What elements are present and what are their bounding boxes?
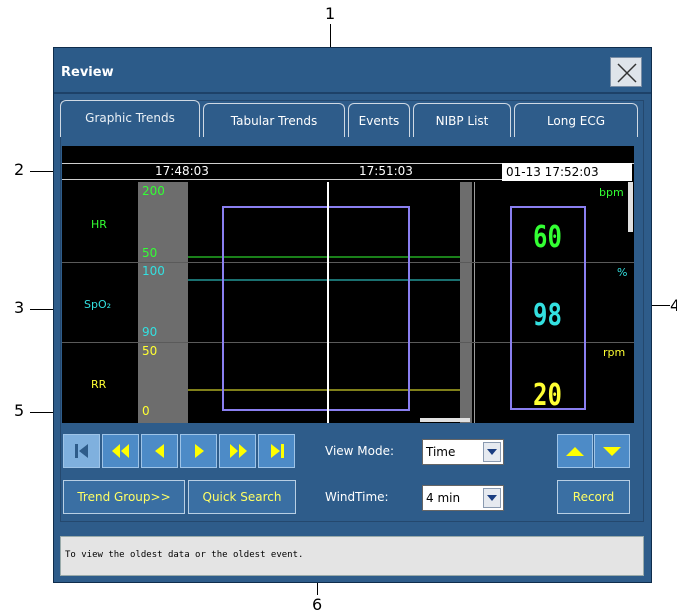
trend-right-strip xyxy=(460,182,472,423)
spo2-value: 98 xyxy=(533,298,562,333)
last-button[interactable] xyxy=(258,434,295,468)
time-axis-line xyxy=(62,179,502,180)
value-panel-divider xyxy=(474,182,475,423)
chevron-down-icon xyxy=(483,488,501,508)
back-icon xyxy=(155,444,164,458)
hr-value: 60 xyxy=(533,220,562,255)
rr-scale-top: 50 xyxy=(142,344,158,358)
param-spo2-label: SpO₂ xyxy=(84,298,112,311)
tab-long-ecg[interactable]: Long ECG xyxy=(514,103,638,137)
trend-display: 17:48:03 17:51:03 01-13 17:52:03 HR SpO₂… xyxy=(62,146,634,423)
up-arrow-icon xyxy=(566,447,584,456)
param-hr-label: HR xyxy=(91,218,107,231)
down-arrow-icon xyxy=(603,447,621,456)
chevron-down-icon xyxy=(483,442,501,462)
quick-search-button[interactable]: Quick Search xyxy=(188,480,296,514)
tab-label: Tabular Trends xyxy=(230,114,318,128)
review-window: Review Graphic Trends Tabular Trends Eve… xyxy=(53,47,652,583)
title-bar: Review xyxy=(54,48,651,94)
callout-2: 2 xyxy=(14,160,25,179)
hr-scale-bottom: 50 xyxy=(142,246,158,260)
scroll-up-button[interactable] xyxy=(557,434,593,468)
quick-search-label: Quick Search xyxy=(202,490,282,504)
status-bar: To view the oldest data or the oldest ev… xyxy=(60,536,644,576)
last-icon xyxy=(271,444,284,458)
spo2-scale-bottom: 90 xyxy=(142,325,158,339)
value-panel-scrollbar[interactable] xyxy=(628,182,633,232)
trend-group-label: Trend Group>> xyxy=(77,490,171,504)
callout-3: 3 xyxy=(14,298,25,317)
spo2-scale-top: 100 xyxy=(142,264,165,278)
back-button[interactable] xyxy=(141,434,178,468)
tab-label: Graphic Trends xyxy=(85,111,175,125)
first-icon xyxy=(75,444,88,458)
status-message: To view the oldest data or the oldest ev… xyxy=(65,550,304,560)
window-title: Review xyxy=(61,65,114,80)
time-start-label: 17:48:03 xyxy=(155,164,209,178)
view-mode-label: View Mode: xyxy=(325,444,395,458)
spo2-unit: % xyxy=(617,266,628,279)
callout-1: 1 xyxy=(325,4,336,23)
hr-unit: bpm xyxy=(599,186,624,199)
fast-back-icon xyxy=(112,444,129,458)
tab-nibp-list[interactable]: NIBP List xyxy=(413,103,511,137)
view-mode-select[interactable]: Time xyxy=(422,439,504,465)
forward-icon xyxy=(195,444,204,458)
trend-group-button[interactable]: Trend Group>> xyxy=(63,480,185,514)
callout-6: 6 xyxy=(312,595,323,614)
tab-label: Events xyxy=(358,114,400,128)
time-middle-label: 17:51:03 xyxy=(359,164,413,178)
wind-time-label: WindTime: xyxy=(325,490,389,504)
param-rr-label: RR xyxy=(91,378,107,391)
view-mode-value: Time xyxy=(426,445,456,459)
record-label: Record xyxy=(572,490,615,504)
scale-strip xyxy=(138,182,188,423)
record-button[interactable]: Record xyxy=(557,480,630,514)
zoom-box xyxy=(222,206,410,411)
tab-label: NIBP List xyxy=(435,114,489,128)
tab-tabular-trends[interactable]: Tabular Trends xyxy=(203,103,345,137)
first-button[interactable] xyxy=(63,434,100,468)
rr-value: 20 xyxy=(533,378,562,413)
tab-graphic-trends[interactable]: Graphic Trends xyxy=(60,100,200,137)
current-time: 01-13 17:52:03 xyxy=(502,163,632,181)
close-button[interactable] xyxy=(610,57,642,87)
scroll-down-button[interactable] xyxy=(594,434,630,468)
time-bar: 17:48:03 17:51:03 01-13 17:52:03 xyxy=(62,146,634,181)
rr-unit: rpm xyxy=(603,346,626,359)
wind-time-value: 4 min xyxy=(426,491,461,505)
fast-back-button[interactable] xyxy=(102,434,139,468)
fast-forward-button[interactable] xyxy=(219,434,256,468)
rr-scale-bottom: 0 xyxy=(142,404,150,418)
fast-forward-icon xyxy=(230,444,247,458)
forward-button[interactable] xyxy=(180,434,217,468)
close-icon xyxy=(617,63,637,83)
hr-scale-top: 200 xyxy=(142,184,165,198)
tab-events[interactable]: Events xyxy=(348,103,410,137)
callout-5: 5 xyxy=(14,401,25,420)
trend-plot xyxy=(188,182,460,423)
wind-time-select[interactable]: 4 min xyxy=(422,485,504,511)
callout-4: 4 xyxy=(670,296,677,315)
trend-scroll-thumb[interactable] xyxy=(420,418,470,422)
tab-label: Long ECG xyxy=(546,114,606,128)
